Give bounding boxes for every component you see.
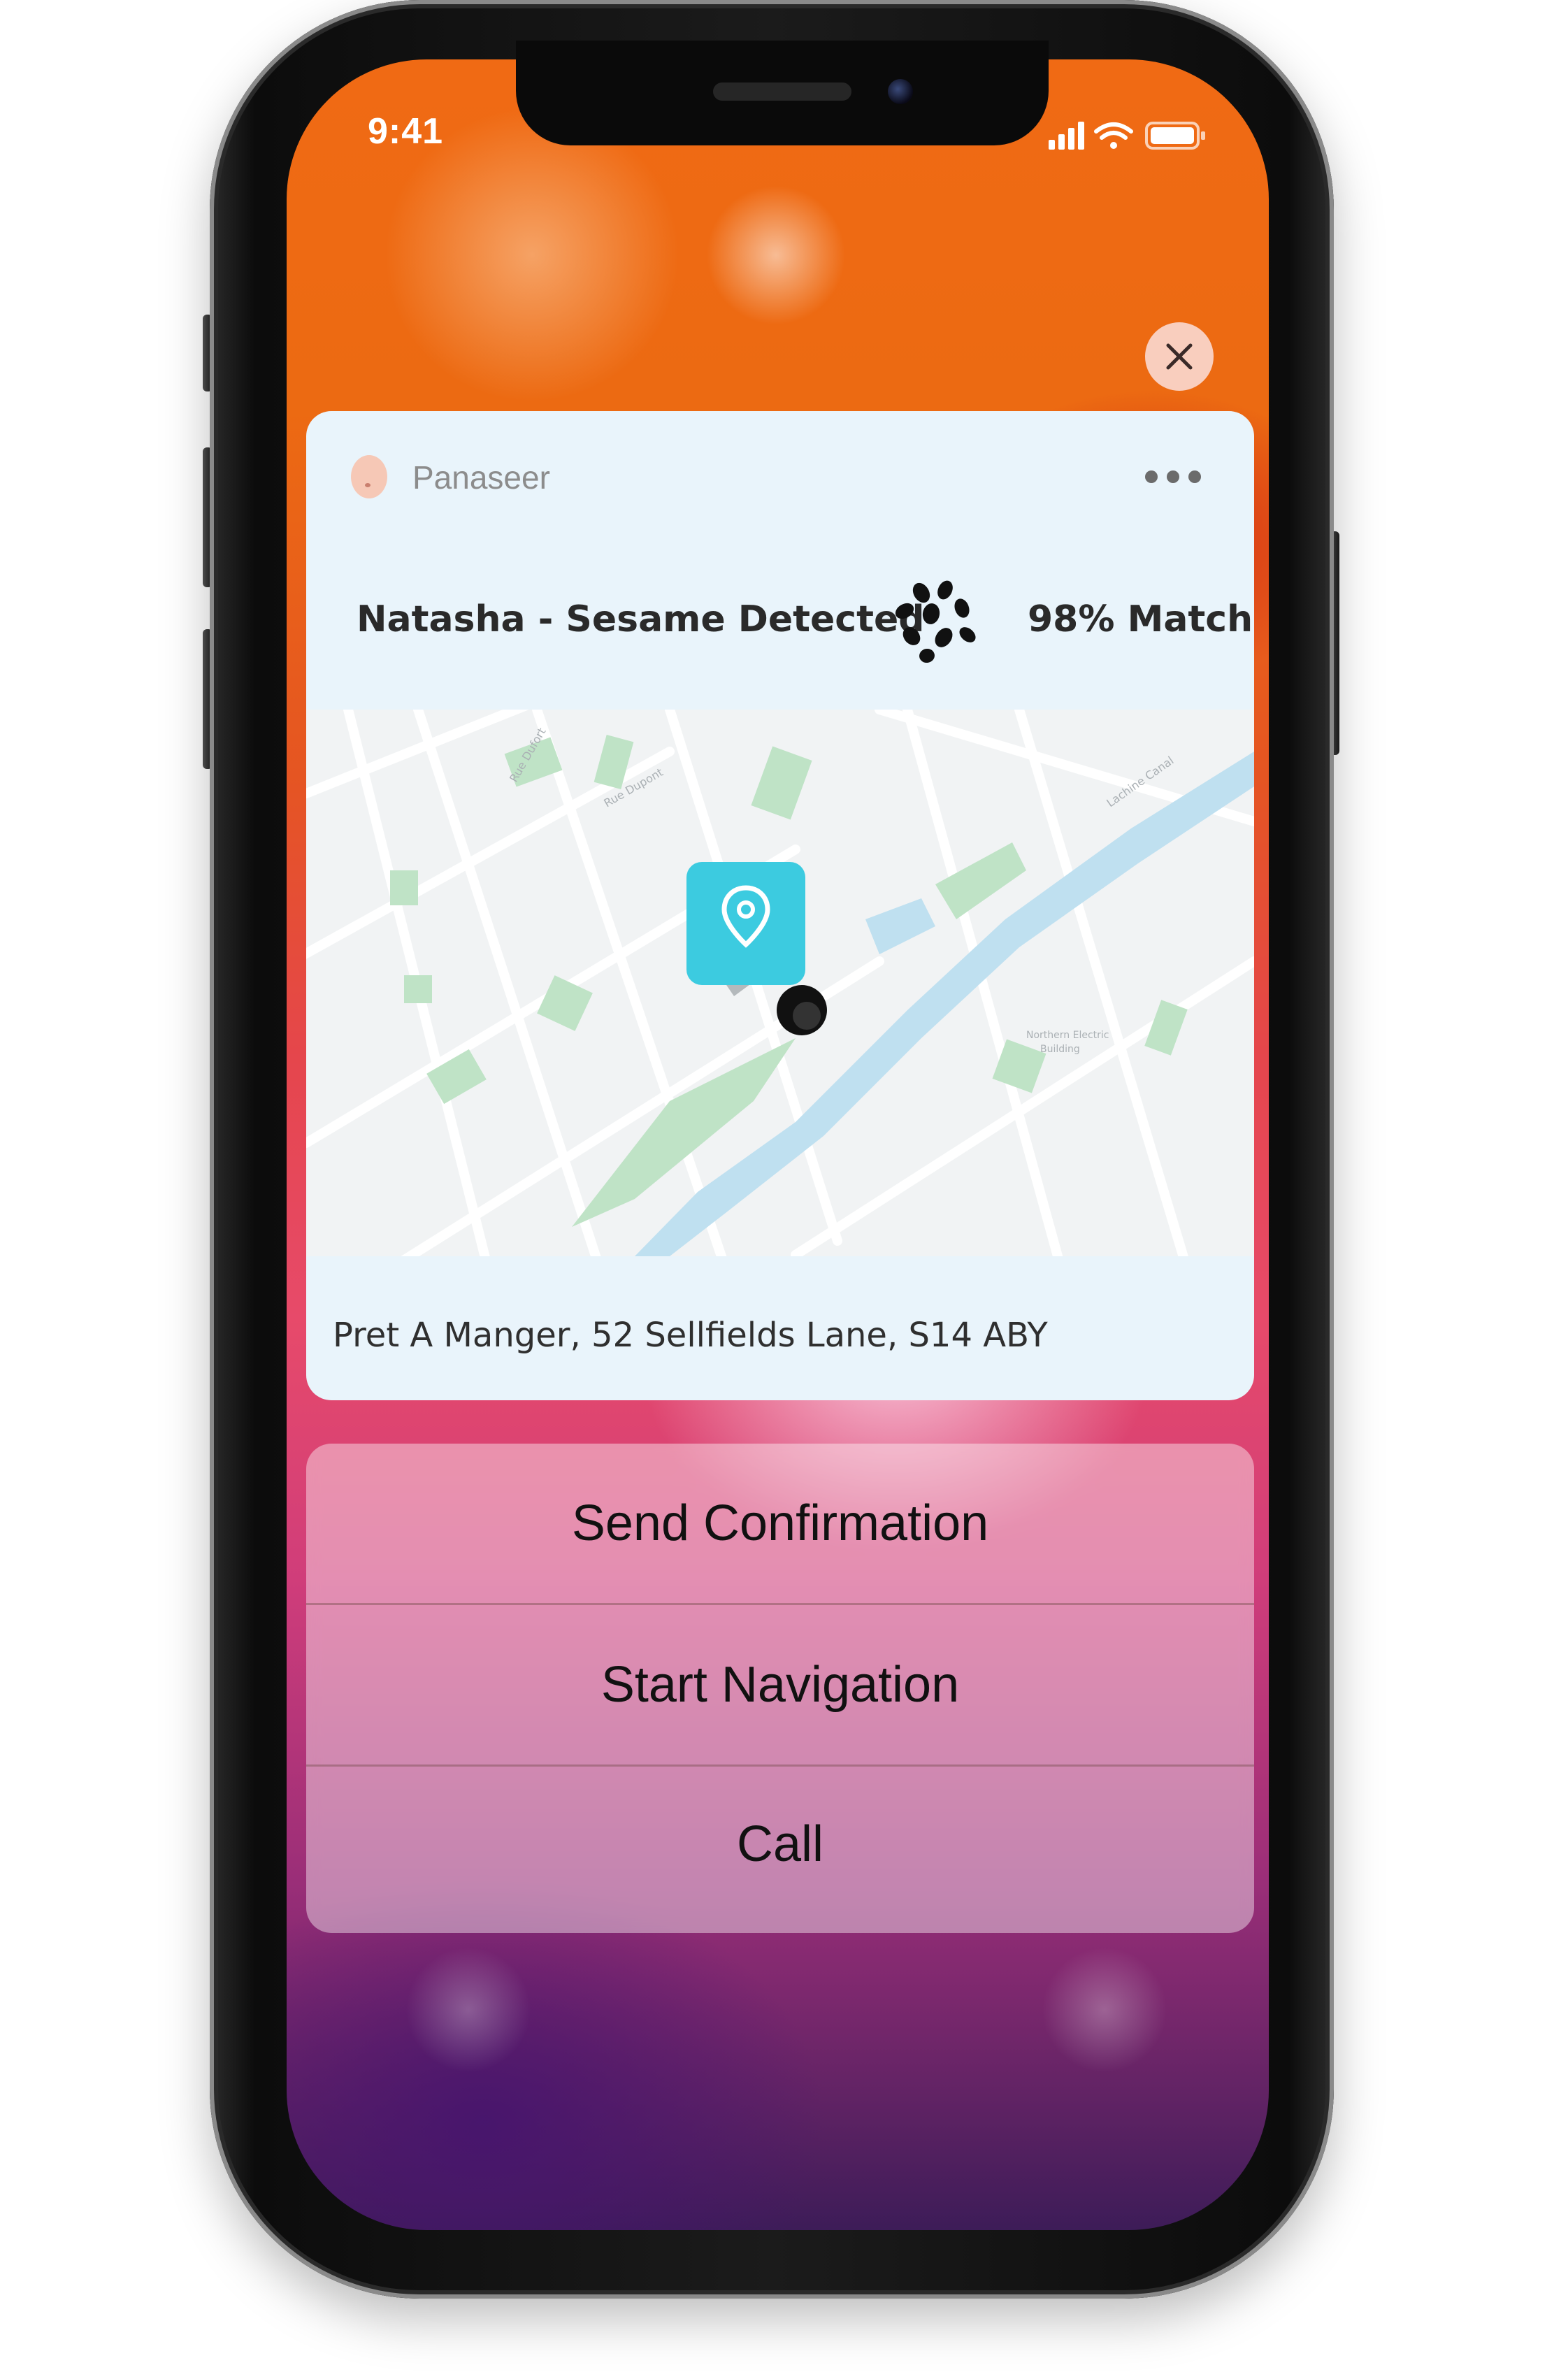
match-percentage: 98% Match: [1028, 598, 1253, 640]
more-options-button[interactable]: [1145, 470, 1201, 483]
app-name: Panaseer: [412, 459, 550, 496]
bokeh-light: [706, 185, 846, 325]
svg-text:Northern Electric: Northern Electric: [1026, 1030, 1109, 1041]
earpiece-speaker: [713, 82, 851, 101]
signal-icon: [1049, 122, 1084, 150]
more-dot-icon: [1188, 470, 1201, 483]
face-icon: [351, 455, 387, 498]
close-icon: [1166, 343, 1193, 370]
map-view[interactable]: Rue Dufort Rue Dupont Lachine Canal Nort…: [306, 710, 1254, 1256]
start-navigation-button[interactable]: Start Navigation: [306, 1605, 1254, 1764]
call-button[interactable]: Call: [306, 1767, 1254, 1922]
status-time: 9:41: [368, 111, 444, 152]
close-button[interactable]: [1145, 322, 1214, 391]
notification-card[interactable]: Panaseer Natasha - Sesame Detected 98% M…: [306, 411, 1254, 1400]
battery-icon: [1145, 122, 1205, 150]
more-dot-icon: [1145, 470, 1158, 483]
bokeh-light: [1042, 1947, 1167, 2073]
notification-actions: Send Confirmation Start Navigation Call: [306, 1444, 1254, 1933]
front-camera: [888, 79, 913, 104]
svg-text:Building: Building: [1040, 1044, 1080, 1055]
more-dot-icon: [1167, 470, 1179, 483]
send-confirmation-button[interactable]: Send Confirmation: [306, 1444, 1254, 1603]
status-icons: [1049, 119, 1223, 154]
bokeh-light: [405, 1947, 531, 2073]
notification-title: Natasha - Sesame Detected: [357, 598, 925, 640]
wifi-icon: [1094, 122, 1133, 149]
sesame-seeds-icon: [895, 580, 976, 663]
notification-header: Panaseer: [306, 411, 1254, 530]
address-text: Pret A Manger, 52 Sellfields Lane, S14 A…: [333, 1316, 1048, 1355]
